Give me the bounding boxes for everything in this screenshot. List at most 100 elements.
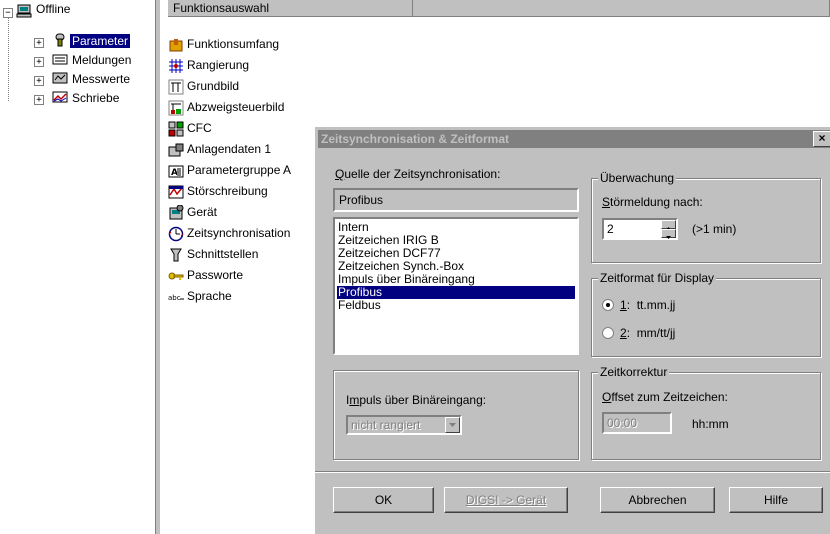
clock-icon xyxy=(168,226,184,242)
list-item-label: Funktionsumfang xyxy=(187,37,280,51)
source-current-value: Profibus xyxy=(339,193,384,207)
tree-item-label: Parameter xyxy=(70,34,131,48)
recordings-icon xyxy=(52,91,68,103)
cancel-label: Abbrechen xyxy=(628,493,687,507)
dialog-title: Zeitsynchronisation & Zeitformat xyxy=(321,132,510,146)
list-item[interactable]: Rangierung xyxy=(168,55,249,76)
svg-text:abc: abc xyxy=(168,294,181,302)
digsi-label: DIGSI -> Gerät xyxy=(465,493,547,507)
list-item[interactable]: A Parametergruppe A xyxy=(168,160,291,181)
plant-data-icon xyxy=(168,143,184,157)
list-item-label: Gerät xyxy=(187,205,218,219)
help-button[interactable]: Hilfe xyxy=(729,487,823,513)
tree-item-label: Messwerte xyxy=(72,72,131,86)
source-option[interactable]: Feldbus xyxy=(337,299,575,312)
interface-icon xyxy=(170,248,182,262)
time-format-legend: Zeitformat für Display xyxy=(598,271,717,285)
list-item[interactable]: Funktionsumfang xyxy=(168,34,279,55)
ok-button[interactable]: OK xyxy=(333,487,434,513)
time-format-group: Zeitformat für Display 1: tt.mm.jj 2: mm… xyxy=(591,271,821,357)
source-label-accel: Q xyxy=(335,167,345,181)
language-icon: abc xyxy=(168,294,184,302)
format-label-2-accel: 2 xyxy=(620,326,627,340)
measurement-icon xyxy=(52,72,68,84)
offset-label: Offset zum Zeitzeichen: xyxy=(602,390,728,404)
offset-unit: hh:mm xyxy=(692,417,729,431)
expand-toggle-schriebe[interactable]: + xyxy=(34,95,44,105)
expand-toggle-meldungen[interactable]: + xyxy=(34,57,44,67)
pane-splitter[interactable] xyxy=(155,0,161,534)
list-item[interactable]: Abzweigsteuerbild xyxy=(168,97,284,118)
format-label-1[interactable]: 1: tt.mm.jj xyxy=(620,298,675,312)
tree-root-offline[interactable]: Offline xyxy=(36,1,70,18)
button-separator xyxy=(315,471,830,473)
list-item-label: Zeitsynchronisation xyxy=(187,226,291,240)
list-item-label: CFC xyxy=(187,121,212,135)
fault-record-icon xyxy=(168,185,184,199)
list-item[interactable]: Anlagendaten 1 xyxy=(168,139,271,160)
impulse-select[interactable]: nicht rangiert xyxy=(346,415,462,435)
format-label-1-accel: 1 xyxy=(620,298,627,312)
time-sync-dialog: Zeitsynchronisation & Zeitformat × Quell… xyxy=(314,126,830,534)
column-header[interactable]: Funktionsauswahl xyxy=(168,0,413,17)
spin-down-button[interactable] xyxy=(661,229,676,239)
tree-root-label: Offline xyxy=(36,2,71,16)
list-item-label: Abzweigsteuerbild xyxy=(187,100,285,114)
control-diagram-icon xyxy=(168,100,184,116)
tree-item-meldungen[interactable]: Meldungen xyxy=(72,52,131,69)
column-header-empty[interactable] xyxy=(413,0,830,17)
list-item[interactable]: CFC xyxy=(168,118,212,139)
cancel-button[interactable]: Abbrechen xyxy=(600,487,715,513)
offset-input[interactable]: 00:00 xyxy=(602,412,672,434)
list-item[interactable]: Passworte xyxy=(168,265,243,286)
impulse-select-value: nicht rangiert xyxy=(351,418,421,432)
expand-toggle-parameter[interactable]: + xyxy=(34,38,44,48)
tree-item-messwerte[interactable]: Messwerte xyxy=(72,71,130,88)
dropdown-button[interactable] xyxy=(445,417,460,433)
fault-message-value: 2 xyxy=(607,222,614,236)
list-item[interactable]: Gerät xyxy=(168,202,217,223)
fault-message-text: törmeldung nach: xyxy=(610,195,703,209)
tree-connector xyxy=(8,17,9,101)
chevron-down-icon xyxy=(449,423,456,427)
column-header-label: Funktionsauswahl xyxy=(173,1,270,15)
list-item[interactable]: Schnittstellen xyxy=(168,244,258,265)
list-item[interactable]: abc Sprache xyxy=(168,286,232,307)
list-item[interactable]: Störschreibung xyxy=(168,181,268,202)
fault-message-spinner[interactable]: 2 xyxy=(602,218,678,240)
offset-label-accel: O xyxy=(602,390,612,404)
help-label: Hilfe xyxy=(763,493,788,507)
tree-item-parameter[interactable]: Parameter xyxy=(70,33,131,50)
spin-up-button[interactable] xyxy=(661,220,676,230)
radio-dot xyxy=(606,303,610,307)
format-radio-2[interactable] xyxy=(602,327,614,339)
impulse-group: Impuls über Binäreingang: nicht rangiert xyxy=(333,370,579,460)
digsi-to-device-button[interactable]: DIGSI -> Gerät xyxy=(444,487,568,513)
impulse-label-text: puls über Binäreingang: xyxy=(359,393,487,407)
dialog-titlebar[interactable]: Zeitsynchronisation & Zeitformat × xyxy=(318,130,830,148)
list-item-label: Anlagendaten 1 xyxy=(187,142,272,156)
parameter-icon xyxy=(55,33,65,47)
source-current-field: Profibus xyxy=(333,188,579,212)
device-icon xyxy=(169,204,184,220)
format-radio-1[interactable] xyxy=(602,299,614,311)
navigation-tree: − Offline + Parameter + Meldungen + Mess… xyxy=(0,0,155,534)
monitoring-group: Überwachung Störmeldung nach: 2 (>1 min) xyxy=(591,171,821,263)
source-options: Intern Zeitzeichen IRIG B Zeitzeichen DCF7… xyxy=(337,221,575,312)
tree-item-schriebe[interactable]: Schriebe xyxy=(72,90,119,107)
parameter-group-icon: A xyxy=(168,165,184,178)
list-item-label: Grundbild xyxy=(187,79,240,93)
impulse-label: Impuls über Binäreingang: xyxy=(346,393,486,407)
source-listbox[interactable]: Intern Zeitzeichen IRIG B Zeitzeichen DCF7… xyxy=(333,217,579,355)
list-item[interactable]: Zeitsynchronisation xyxy=(168,223,290,244)
format-label-2[interactable]: 2: mm/tt/jj xyxy=(620,326,675,340)
list-item-label: Störschreibung xyxy=(187,184,268,198)
source-label: Quelle der Zeitsynchronisation: xyxy=(335,167,500,181)
time-correction-legend: Zeitkorrektur xyxy=(598,365,670,379)
expand-toggle-messwerte[interactable]: + xyxy=(34,76,44,86)
impulse-label-accel: m xyxy=(349,393,360,407)
list-item-label: Sprache xyxy=(187,289,232,303)
diagram-icon xyxy=(168,79,184,95)
close-button[interactable]: × xyxy=(813,131,830,147)
list-item[interactable]: Grundbild xyxy=(168,76,239,97)
